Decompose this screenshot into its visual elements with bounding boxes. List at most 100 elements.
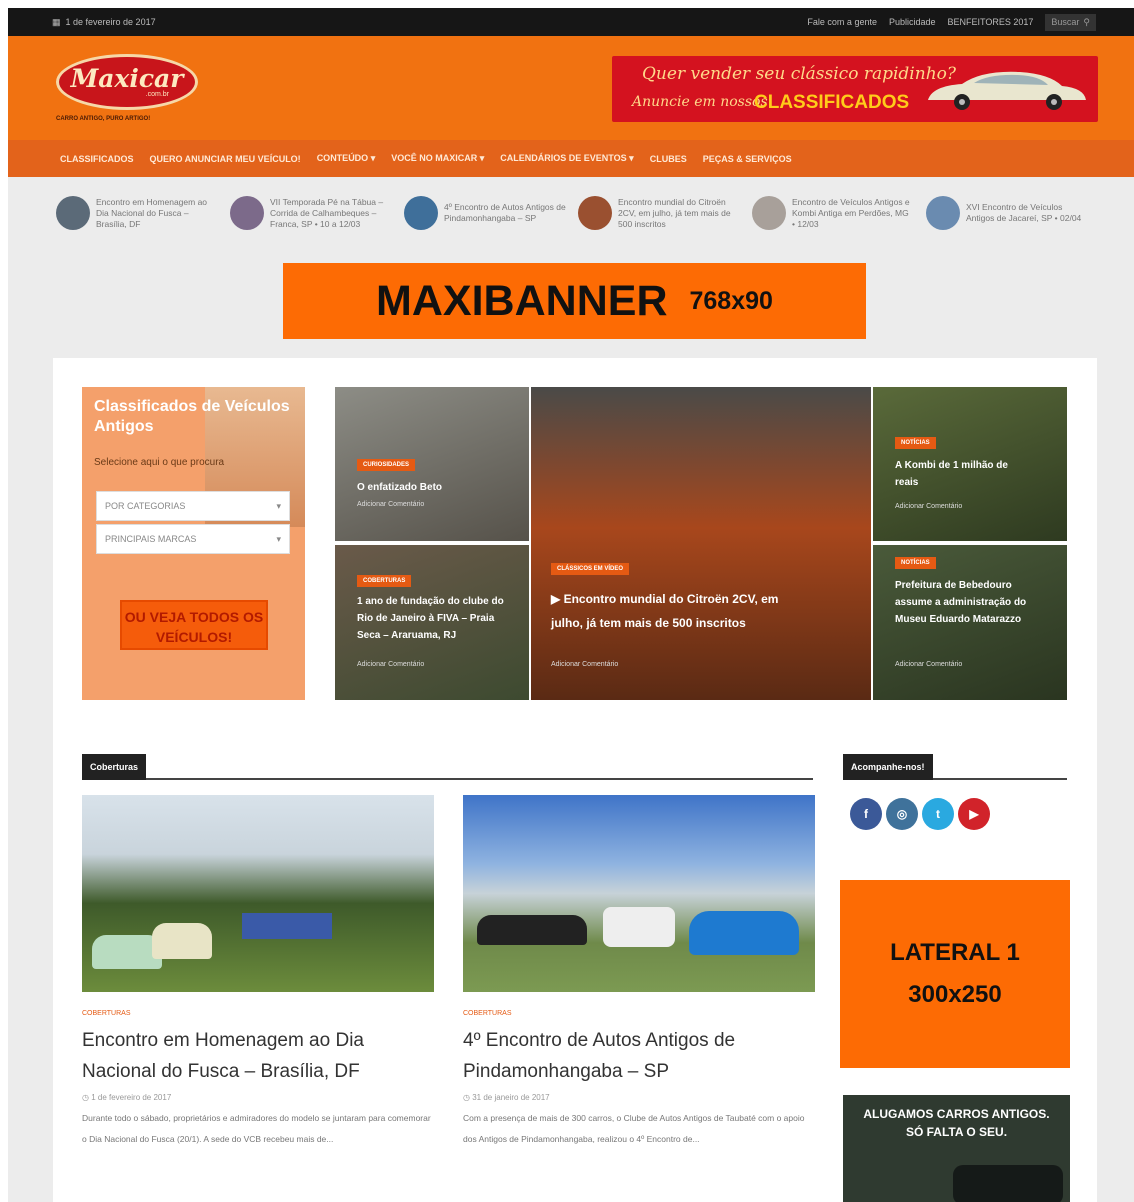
follow-section-header: Acompanhe-nos!: [843, 754, 1067, 780]
article-date-text: 31 de janeiro de 2017: [472, 1093, 550, 1102]
featured-tile[interactable]: CURIOSIDADES O enfatizado Beto Adicionar…: [335, 387, 529, 541]
nav-conteudo-label: CONTEÚDO: [316, 153, 369, 163]
lateral-ad-size: 300x250: [908, 981, 1002, 1008]
classifieds-subtitle: Selecione aqui o que procura: [94, 457, 225, 468]
recent-post[interactable]: VII Temporada Pé na Tábua – Corrida de C…: [230, 196, 392, 230]
article-card[interactable]: COBERTURAS Encontro em Homenagem ao Dia …: [82, 795, 434, 1150]
maxibanner-label: MAXIBANNER: [376, 276, 668, 325]
recent-post[interactable]: Encontro em Homenagem ao Dia Nacional do…: [56, 196, 218, 230]
coverage-heading: Coberturas: [82, 754, 147, 780]
site-logo[interactable]: Maxicar .com.br CARRO ANTIGO, PURO ARTIG…: [52, 54, 202, 124]
tile-category-badge: NOTÍCIAS: [895, 557, 936, 569]
tile-title: ▶ Encontro mundial do Citroën 2CV, em ju…: [551, 592, 779, 630]
article-excerpt: Com a presença de mais de 300 carros, o …: [463, 1113, 805, 1144]
featured-tile[interactable]: CLÁSSICOS EM VÍDEO ▶ Encontro mundial do…: [531, 387, 871, 700]
nav-quero-anunciar[interactable]: QUERO ANUNCIAR MEU VEÍCULO!: [150, 154, 301, 164]
lateral-ad-label: LATERAL 1: [890, 939, 1020, 966]
clock-icon: ◷: [463, 1093, 470, 1102]
header: Maxicar .com.br CARRO ANTIGO, PURO ARTIG…: [8, 36, 1134, 140]
top-date: ▦ 1 de fevereiro de 2017: [52, 17, 156, 28]
logo-domain: .com.br: [145, 90, 169, 98]
nav-classificados[interactable]: CLASSIFICADOS: [60, 154, 134, 164]
tile-meta: Adicionar Comentário: [895, 503, 963, 510]
recent-post[interactable]: Encontro de Veículos Antigos e Kombi Ant…: [752, 196, 914, 230]
post-thumbnail: [230, 196, 264, 230]
article-image[interactable]: [82, 795, 434, 992]
recent-post-title: XVI Encontro de Veículos Antigos de Jaca…: [966, 202, 1082, 223]
article-title[interactable]: Encontro em Homenagem ao Dia Nacional do…: [82, 1025, 434, 1087]
article-category[interactable]: COBERTURAS: [463, 1010, 815, 1017]
article-date-text: 1 de fevereiro de 2017: [91, 1093, 172, 1102]
facebook-icon[interactable]: f: [850, 798, 882, 830]
car-image: [953, 1165, 1063, 1202]
post-thumbnail: [752, 196, 786, 230]
logo-tagline: CARRO ANTIGO, PURO ARTIGO!: [56, 116, 151, 122]
top-link-advertising[interactable]: Publicidade: [889, 17, 936, 27]
search-box[interactable]: Buscar ⚲: [1045, 13, 1096, 31]
main-content: Classificados de Veículos Antigos Seleci…: [53, 358, 1097, 1202]
top-bar: ▦ 1 de fevereiro de 2017 Fale com a gent…: [8, 8, 1134, 36]
top-link-contact[interactable]: Fale com a gente: [807, 17, 877, 27]
category-select-value: POR CATEGORIAS: [105, 501, 186, 511]
recent-post[interactable]: 4º Encontro de Autos Antigos de Pindamon…: [404, 196, 566, 230]
tile-title: Prefeitura de Bebedouro assume a adminis…: [895, 580, 1027, 625]
article-date: ◷ 31 de janeiro de 2017: [463, 1093, 815, 1102]
page: ▦ 1 de fevereiro de 2017 Fale com a gent…: [8, 8, 1134, 1202]
brand-select[interactable]: PRINCIPAIS MARCAS ▾: [96, 524, 290, 554]
nav-clubes[interactable]: CLUBES: [650, 154, 687, 164]
maxibanner-size: 768x90: [689, 286, 773, 315]
post-thumbnail: [56, 196, 90, 230]
article-card[interactable]: COBERTURAS 4º Encontro de Autos Antigos …: [463, 795, 815, 1150]
rental-ad[interactable]: ALUGAMOS CARROS ANTIGOS. SÓ FALTA O SEU.: [843, 1095, 1070, 1202]
category-select[interactable]: POR CATEGORIAS ▾: [96, 491, 290, 521]
featured-mosaic: CURIOSIDADES O enfatizado Beto Adicionar…: [335, 387, 1067, 700]
tile-category-badge: CLÁSSICOS EM VÍDEO: [551, 563, 630, 575]
classifieds-title: Classificados de Veículos Antigos: [94, 398, 290, 435]
view-all-vehicles-button[interactable]: OU VEJA TODOS OS VEÍCULOS!: [120, 600, 268, 650]
article-date: ◷ 1 de fevereiro de 2017: [82, 1093, 434, 1102]
social-links: f ◎ t ▶: [850, 798, 990, 830]
coverage-section-header: Coberturas: [82, 754, 813, 780]
featured-tile[interactable]: COBERTURAS 1 ano de fundação do clube do…: [335, 545, 529, 700]
recent-post[interactable]: Encontro mundial do Citroën 2CV, em julh…: [578, 196, 740, 230]
ad-line1: Quer vender seu clássico rapidinho?: [642, 64, 956, 84]
featured-tile[interactable]: NOTÍCIAS A Kombi de 1 milhão de reais Ad…: [873, 387, 1067, 541]
clock-icon: ◷: [82, 1093, 89, 1102]
twitter-icon[interactable]: t: [922, 798, 954, 830]
article-image[interactable]: [463, 795, 815, 992]
featured-tile[interactable]: NOTÍCIAS Prefeitura de Bebedouro assume …: [873, 545, 1067, 700]
tile-category-badge: COBERTURAS: [357, 575, 412, 587]
logo-text: Maxicar: [70, 63, 184, 93]
lateral-ad[interactable]: LATERAL 1 300x250: [840, 880, 1070, 1068]
chevron-down-icon: ▾: [629, 153, 634, 163]
chevron-down-icon: ▾: [370, 153, 376, 163]
nav-calendarios-label: CALENDÁRIOS DE EVENTOS: [500, 153, 627, 163]
tile-title: A Kombi de 1 milhão de reais: [895, 460, 1008, 488]
rental-ad-line2: SÓ FALTA O SEU.: [905, 1125, 1008, 1139]
nav-voce-no-maxicar[interactable]: VOCÊ NO MAXICAR ▾: [391, 153, 484, 164]
youtube-icon[interactable]: ▶: [958, 798, 990, 830]
article-category[interactable]: COBERTURAS: [82, 1010, 434, 1017]
calendar-icon: ▦: [52, 16, 61, 27]
tile-meta: Adicionar Comentário: [551, 661, 619, 668]
nav-conteudo[interactable]: CONTEÚDO ▾: [317, 153, 376, 164]
recent-post-title: VII Temporada Pé na Tábua – Corrida de C…: [270, 196, 384, 229]
main-nav: CLASSIFICADOS QUERO ANUNCIAR MEU VEÍCULO…: [8, 140, 1134, 177]
chevron-down-icon: ▾: [276, 533, 281, 544]
recent-post-title: Encontro de Veículos Antigos e Kombi Ant…: [792, 196, 910, 229]
chevron-down-icon: ▾: [479, 153, 485, 163]
instagram-icon[interactable]: ◎: [886, 798, 918, 830]
recent-posts-strip: Encontro em Homenagem ao Dia Nacional do…: [8, 177, 1134, 249]
recent-post-title: Encontro em Homenagem ao Dia Nacional do…: [96, 196, 208, 229]
maxibanner-ad[interactable]: MAXIBANNER 768x90: [283, 263, 866, 339]
recent-post[interactable]: XVI Encontro de Veículos Antigos de Jaca…: [926, 196, 1088, 230]
rental-ad-line1: ALUGAMOS CARROS ANTIGOS.: [863, 1107, 1050, 1121]
tile-meta: Adicionar Comentário: [357, 501, 425, 508]
nav-pecas-servicos[interactable]: PEÇAS & SERVIÇOS: [703, 154, 792, 164]
classifieds-widget: Classificados de Veículos Antigos Seleci…: [82, 387, 305, 700]
classifieds-ad-banner[interactable]: Quer vender seu clássico rapidinho? Anun…: [612, 56, 1098, 122]
search-icon[interactable]: ⚲: [1083, 17, 1090, 28]
article-title[interactable]: 4º Encontro de Autos Antigos de Pindamon…: [463, 1025, 815, 1087]
nav-calendarios[interactable]: CALENDÁRIOS DE EVENTOS ▾: [500, 153, 633, 164]
top-link-benefactors[interactable]: BENFEITORES 2017: [948, 17, 1034, 27]
